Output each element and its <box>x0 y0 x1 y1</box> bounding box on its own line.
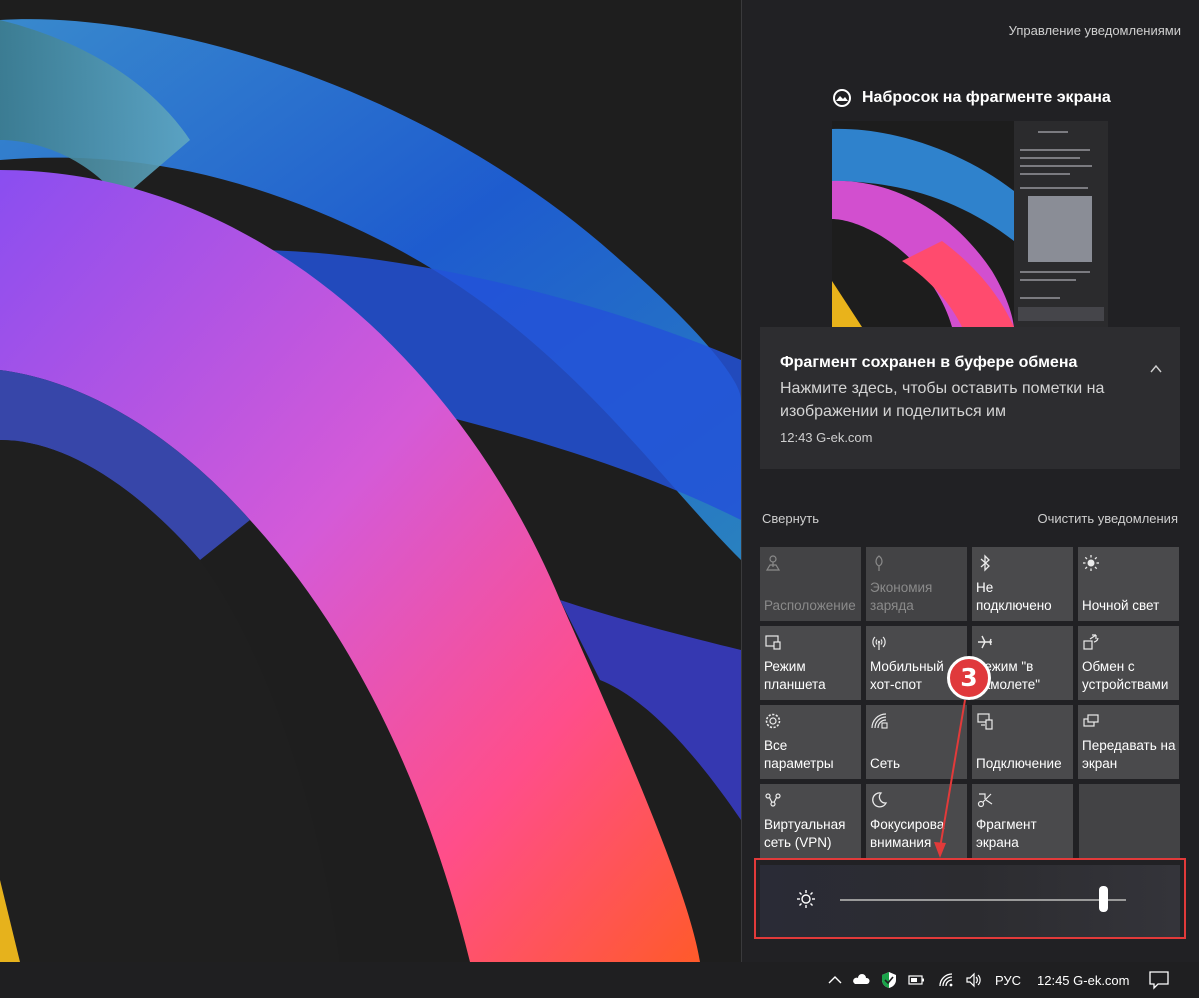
notification-body: Нажмите здесь, чтобы оставить пометки на… <box>780 380 1105 420</box>
tile-label: Режим планшета <box>764 659 826 692</box>
tile-label: Обмен с устройствами <box>1082 659 1169 692</box>
action-center: Управление уведомлениями Набросок на фра… <box>741 0 1199 962</box>
location-icon <box>764 554 782 572</box>
night-light-icon <box>1082 554 1100 572</box>
quick-action-tile[interactable]: Фрагмент экрана <box>972 784 1073 858</box>
collapse-link[interactable]: Свернуть <box>762 511 819 526</box>
tile-label: Не подключено <box>976 580 1052 613</box>
battery-saver-icon <box>870 554 888 572</box>
battery-icon[interactable] <box>907 971 925 989</box>
defender-icon[interactable] <box>880 971 898 989</box>
tablet-mode-icon <box>764 633 782 651</box>
tile-label: Передавать на экран <box>1082 738 1176 771</box>
network-icon <box>870 712 888 730</box>
taskbar: РУС 12:45 G-ek.com <box>0 962 1199 998</box>
desktop-wallpaper <box>0 0 741 962</box>
tile-label: Виртуальная сеть (VPN) <box>764 817 846 850</box>
notification-timestamp: 12:43 G-ek.com <box>780 430 873 445</box>
wifi-icon[interactable] <box>937 971 955 989</box>
action-center-button[interactable] <box>1148 970 1170 990</box>
quick-action-tile[interactable]: Не подключено <box>972 547 1073 621</box>
settings-icon <box>764 712 782 730</box>
volume-icon[interactable] <box>965 971 983 989</box>
snip-sketch-icon <box>833 89 851 107</box>
quick-action-tile[interactable]: Экономия заряда <box>866 547 967 621</box>
annotation-badge: 3 <box>947 656 991 700</box>
project-icon <box>1082 712 1100 730</box>
quick-action-tile[interactable]: Обмен с устройствами <box>1078 626 1179 700</box>
tile-label: Фокусирова внимания <box>870 817 945 850</box>
quick-action-tile[interactable]: Передавать на экран <box>1078 705 1179 779</box>
app-name: Набросок на фрагменте экрана <box>862 89 1111 106</box>
tile-label: Сеть <box>870 756 901 771</box>
highlight-box <box>754 858 1186 939</box>
taskbar-clock[interactable]: 12:45 G-ek.com <box>1037 973 1130 988</box>
manage-notifications-link[interactable]: Управление уведомлениями <box>1009 23 1181 38</box>
tile-label: Подключение <box>976 756 1062 771</box>
tile-label: Ночной свет <box>1082 598 1160 613</box>
chevron-up-icon[interactable] <box>826 971 844 989</box>
tile-label: Расположение <box>764 598 856 613</box>
quick-action-tile[interactable]: Виртуальная сеть (VPN) <box>760 784 861 858</box>
quick-action-tile[interactable]: Подключение <box>972 705 1073 779</box>
onedrive-icon[interactable] <box>852 971 870 989</box>
snip-thumbnail[interactable] <box>832 121 1108 327</box>
hotspot-icon <box>870 633 888 651</box>
quick-action-tile[interactable]: Ночной свет <box>1078 547 1179 621</box>
bluetooth-icon <box>976 554 994 572</box>
notification-title: Фрагмент сохранен в буфере обмена <box>780 354 1078 371</box>
notification-app-header: Набросок на фрагменте экрана <box>832 88 1111 108</box>
nearby-share-icon <box>1082 633 1100 651</box>
tile-label: Все параметры <box>764 738 834 771</box>
quick-action-tile[interactable]: Режим планшета <box>760 626 861 700</box>
focus-assist-icon <box>870 791 888 809</box>
thumbnail-image <box>832 121 1014 327</box>
empty-tile <box>1079 784 1180 858</box>
notification-toast[interactable]: Фрагмент сохранен в буфере обмена Нажмит… <box>760 327 1180 469</box>
screen-snip-icon <box>976 791 994 809</box>
input-language[interactable]: РУС <box>995 973 1021 988</box>
quick-action-tile[interactable]: Все параметры <box>760 705 861 779</box>
airplane-icon <box>976 633 994 651</box>
connect-icon <box>976 712 994 730</box>
clear-notifications-link[interactable]: Очистить уведомления <box>1038 511 1178 526</box>
quick-action-tile[interactable]: Сеть <box>866 705 967 779</box>
thumbnail-panel <box>1014 121 1108 327</box>
quick-action-tile[interactable]: Фокусирова внимания <box>866 784 967 858</box>
chevron-up-icon[interactable] <box>1150 363 1162 375</box>
tile-label: Фрагмент экрана <box>976 817 1037 850</box>
quick-action-tile[interactable]: Расположение <box>760 547 861 621</box>
tile-label: Экономия заряда <box>870 580 933 613</box>
vpn-icon <box>764 791 782 809</box>
